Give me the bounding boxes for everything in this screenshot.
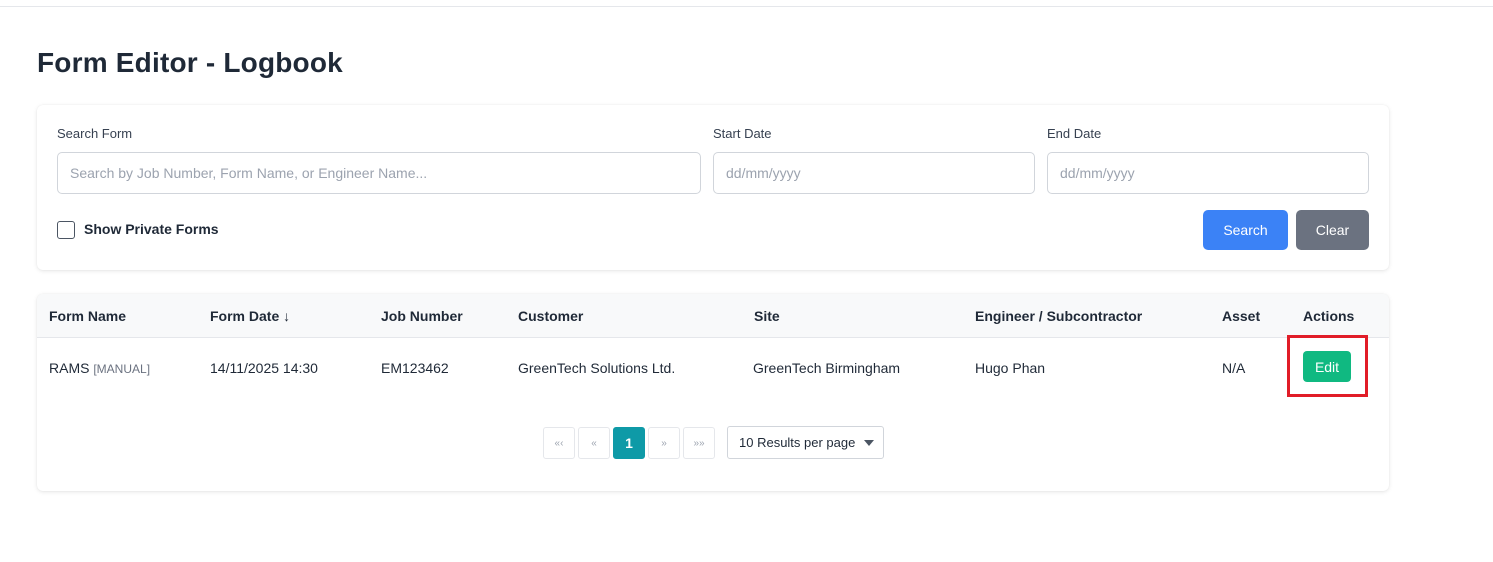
column-site[interactable]: Site [754, 308, 780, 324]
column-form-name[interactable]: Form Name [49, 308, 126, 324]
cell-asset: N/A [1222, 360, 1246, 376]
search-form-label: Search Form [57, 126, 133, 141]
filter-panel: Search Form Start Date End Date Show Pri… [37, 105, 1389, 270]
column-engineer[interactable]: Engineer / Subcontractor [975, 308, 1142, 324]
results-table: Form Name Form Date ↓ Job Number Custome… [37, 294, 1389, 491]
column-job-number[interactable]: Job Number [381, 308, 463, 324]
prev-page-button[interactable]: « [578, 427, 610, 459]
cell-engineer: Hugo Phan [975, 360, 1046, 376]
column-customer[interactable]: Customer [518, 308, 583, 324]
cell-form-name: RAMS [MANUAL] [49, 360, 150, 376]
cell-form-date: 14/11/2025 14:30 [210, 360, 318, 376]
show-private-checkbox[interactable] [57, 221, 75, 239]
page-1-button[interactable]: 1 [613, 427, 645, 459]
cell-job-number: EM123462 [381, 360, 449, 376]
column-asset[interactable]: Asset [1222, 308, 1260, 324]
last-page-button[interactable]: »» [683, 427, 715, 459]
page-title: Form Editor - Logbook [37, 47, 343, 78]
manual-tag: [MANUAL] [93, 362, 151, 376]
table-header: Form Name Form Date ↓ Job Number Custome… [37, 294, 1389, 338]
results-per-page-select[interactable]: 10 Results per page [727, 426, 884, 459]
next-page-button[interactable]: » [648, 427, 680, 459]
cell-customer: GreenTech Solutions Ltd. [518, 360, 676, 376]
column-actions: Actions [1303, 308, 1355, 324]
chevron-down-icon [864, 440, 874, 446]
per-page-value: 10 Results per page [739, 435, 856, 450]
form-name-text: RAMS [49, 360, 90, 376]
show-private-label[interactable]: Show Private Forms [84, 221, 219, 237]
end-date-input[interactable] [1047, 152, 1369, 194]
start-date-input[interactable] [713, 152, 1035, 194]
first-page-button[interactable]: «‹ [543, 427, 575, 459]
search-input[interactable] [57, 152, 701, 194]
search-button[interactable]: Search [1203, 210, 1288, 250]
cell-site: GreenTech Birmingham [753, 360, 901, 376]
start-date-label: Start Date [713, 126, 772, 141]
end-date-label: End Date [1047, 126, 1102, 141]
top-bar [0, 0, 1493, 7]
edit-highlight-box [1287, 335, 1368, 397]
column-form-date[interactable]: Form Date ↓ [210, 308, 290, 324]
clear-button[interactable]: Clear [1296, 210, 1369, 250]
